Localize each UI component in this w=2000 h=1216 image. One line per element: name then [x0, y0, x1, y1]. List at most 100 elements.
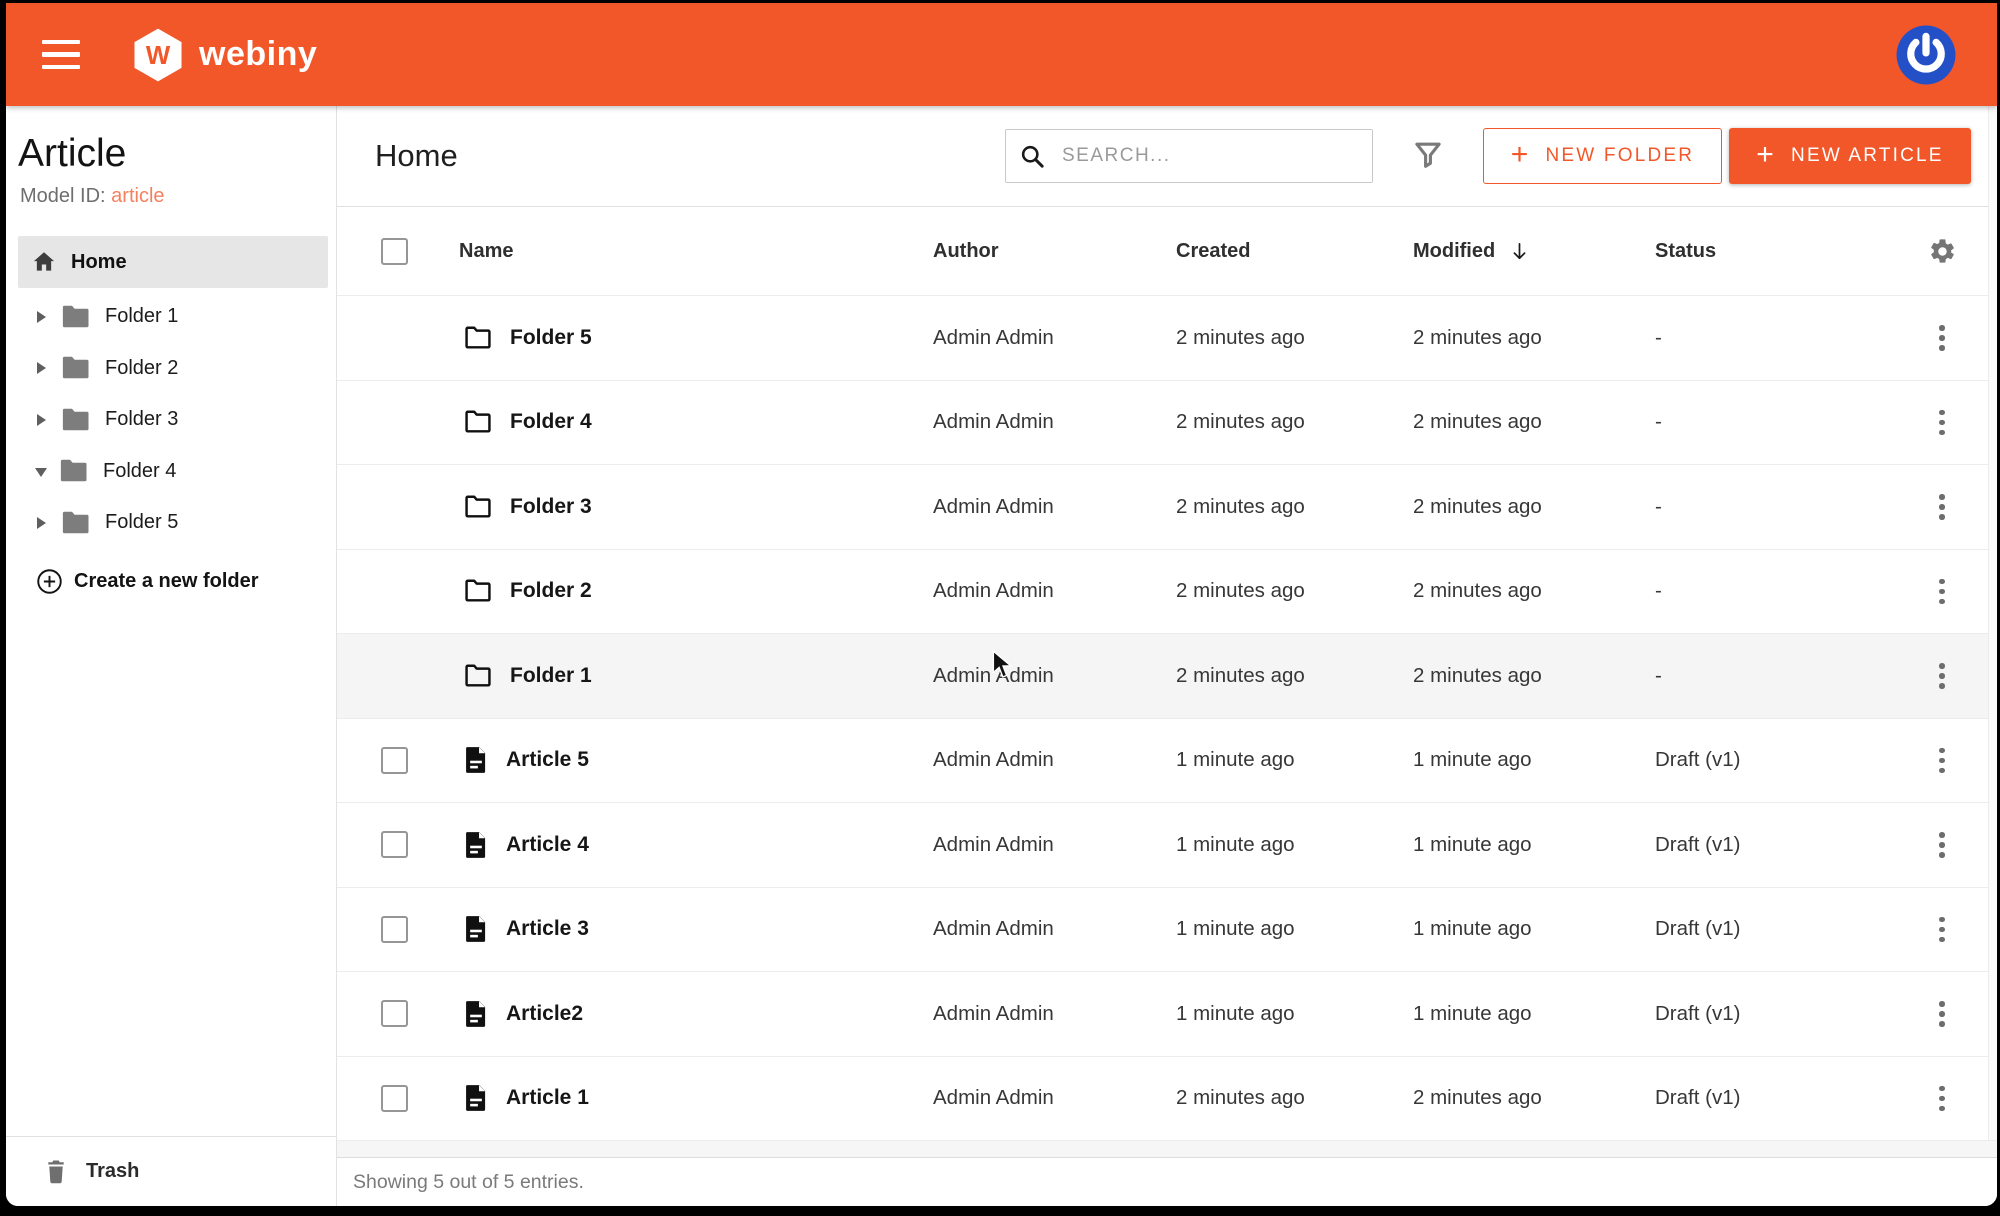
webiny-hexagon-icon: W — [130, 27, 186, 83]
sort-desc-arrow-icon — [1508, 240, 1531, 263]
row-checkbox[interactable] — [381, 1000, 408, 1027]
table-row[interactable]: Folder 4 Admin Admin 2 minutes ago 2 min… — [337, 381, 1997, 466]
table-row[interactable]: Article 1 Admin Admin 2 minutes ago 2 mi… — [337, 1057, 1997, 1142]
brand-wordmark: webiny — [199, 35, 317, 74]
row-actions-kebab-menu[interactable] — [1933, 826, 1951, 864]
entry-modified: 1 minute ago — [1413, 833, 1655, 857]
entry-name: Article2 — [506, 1002, 583, 1026]
entry-created: 2 minutes ago — [1176, 1086, 1413, 1110]
row-actions-kebab-menu[interactable] — [1933, 404, 1951, 442]
entry-name: Folder 2 — [510, 579, 592, 603]
table-settings-button[interactable] — [1928, 237, 1957, 266]
toolbar: Home + NEW FOLDER — [337, 106, 1997, 206]
entry-name: Article 3 — [506, 917, 589, 941]
folder-icon — [61, 407, 91, 433]
column-header-created[interactable]: Created — [1176, 240, 1413, 263]
entry-modified: 2 minutes ago — [1413, 664, 1655, 688]
column-header-name[interactable]: Name — [459, 240, 933, 263]
search-input[interactable] — [1060, 144, 1359, 168]
create-folder-button[interactable]: Create a new folder — [6, 557, 265, 607]
folder-icon — [61, 510, 91, 536]
entry-modified: 2 minutes ago — [1413, 410, 1655, 434]
caret-icon[interactable] — [37, 414, 46, 426]
table-row[interactable]: Article 5 Admin Admin 1 minute ago 1 min… — [337, 719, 1997, 804]
svg-text:W: W — [146, 41, 171, 69]
entry-name: Article 4 — [506, 833, 589, 857]
entry-status: Draft (v1) — [1655, 748, 1918, 772]
entry-created: 1 minute ago — [1176, 833, 1413, 857]
column-header-status[interactable]: Status — [1655, 240, 1918, 263]
entry-modified: 1 minute ago — [1413, 917, 1655, 941]
folder-icon — [61, 304, 91, 330]
table-row[interactable]: Article 4 Admin Admin 1 minute ago 1 min… — [337, 803, 1997, 888]
new-folder-button[interactable]: + NEW FOLDER — [1483, 128, 1722, 184]
row-actions-kebab-menu[interactable] — [1933, 995, 1951, 1033]
app-window: W webiny Article Model ID: article — [6, 3, 1997, 1206]
table-row[interactable]: Article2 Admin Admin 1 minute ago 1 minu… — [337, 972, 1997, 1057]
column-header-modified[interactable]: Modified — [1413, 240, 1655, 263]
sidebar-item-folder[interactable]: Folder 4 — [6, 446, 336, 498]
sidebar-folder-list: Folder 1 Folder 2 — [6, 291, 336, 549]
sidebar-item-folder[interactable]: Folder 3 — [6, 394, 336, 446]
caret-icon[interactable] — [35, 468, 47, 477]
user-avatar[interactable] — [1895, 24, 1957, 86]
entry-author: Admin Admin — [933, 664, 1176, 688]
filter-button[interactable] — [1406, 133, 1450, 180]
sidebar: Article Model ID: article Home — [6, 106, 337, 1206]
document-icon — [464, 831, 488, 859]
folder-icon — [59, 458, 89, 484]
entry-status: - — [1655, 326, 1918, 350]
webiny-logo: W webiny — [130, 27, 317, 83]
sidebar-item-folder[interactable]: Folder 2 — [6, 343, 336, 395]
sidebar-item-home[interactable]: Home — [18, 236, 328, 288]
row-actions-kebab-menu[interactable] — [1933, 657, 1951, 695]
sidebar-folder-label: Folder 2 — [105, 357, 178, 380]
caret-icon[interactable] — [37, 517, 46, 529]
plus-circle-icon — [36, 568, 63, 595]
table-row[interactable]: Folder 1 Admin Admin 2 minutes ago 2 min… — [337, 634, 1997, 719]
new-article-button[interactable]: + NEW ARTICLE — [1729, 128, 1971, 184]
row-checkbox[interactable] — [381, 916, 408, 943]
entry-created: 2 minutes ago — [1176, 495, 1413, 519]
row-checkbox[interactable] — [381, 747, 408, 774]
caret-icon[interactable] — [37, 362, 46, 374]
entries-table: Name Author Created Modified — [337, 206, 1997, 1141]
entry-author: Admin Admin — [933, 1002, 1176, 1026]
sidebar-item-folder[interactable]: Folder 1 — [6, 291, 336, 343]
entry-name: Article 5 — [506, 748, 589, 772]
column-header-author[interactable]: Author — [933, 240, 1176, 263]
trash-icon — [44, 1159, 68, 1185]
row-actions-kebab-menu[interactable] — [1933, 742, 1951, 780]
vertical-scrollbar[interactable] — [1988, 106, 1997, 1140]
model-id-label: Model ID: — [20, 185, 106, 207]
entry-name: Folder 3 — [510, 495, 592, 519]
sidebar-item-trash[interactable]: Trash — [6, 1136, 336, 1206]
row-checkbox[interactable] — [381, 1085, 408, 1112]
caret-icon[interactable] — [37, 311, 46, 323]
row-actions-kebab-menu[interactable] — [1933, 1080, 1951, 1118]
row-actions-kebab-menu[interactable] — [1933, 573, 1951, 611]
column-label: Name — [459, 240, 513, 263]
entry-name: Folder 5 — [510, 326, 592, 350]
row-checkbox[interactable] — [381, 831, 408, 858]
entry-author: Admin Admin — [933, 833, 1176, 857]
entry-modified: 2 minutes ago — [1413, 579, 1655, 603]
entry-status: Draft (v1) — [1655, 917, 1918, 941]
table-row[interactable]: Folder 2 Admin Admin 2 minutes ago 2 min… — [337, 550, 1997, 635]
table-row[interactable]: Folder 5 Admin Admin 2 minutes ago 2 min… — [337, 296, 1997, 381]
hamburger-menu-icon[interactable] — [42, 40, 80, 70]
sidebar-item-folder[interactable]: Folder 5 — [6, 497, 336, 549]
column-label: Modified — [1413, 240, 1495, 263]
entry-created: 1 minute ago — [1176, 1002, 1413, 1026]
table-row[interactable]: Article 3 Admin Admin 1 minute ago 1 min… — [337, 888, 1997, 973]
row-actions-kebab-menu[interactable] — [1933, 488, 1951, 526]
entries-summary-text: Showing 5 out of 5 entries. — [353, 1171, 584, 1194]
table-row[interactable]: Folder 3 Admin Admin 2 minutes ago 2 min… — [337, 465, 1997, 550]
entry-author: Admin Admin — [933, 917, 1176, 941]
select-all-checkbox[interactable] — [381, 238, 408, 265]
row-actions-kebab-menu[interactable] — [1933, 319, 1951, 357]
document-icon — [464, 746, 488, 774]
create-folder-label: Create a new folder — [74, 570, 259, 593]
row-actions-kebab-menu[interactable] — [1933, 911, 1951, 949]
folder-icon — [464, 494, 492, 520]
